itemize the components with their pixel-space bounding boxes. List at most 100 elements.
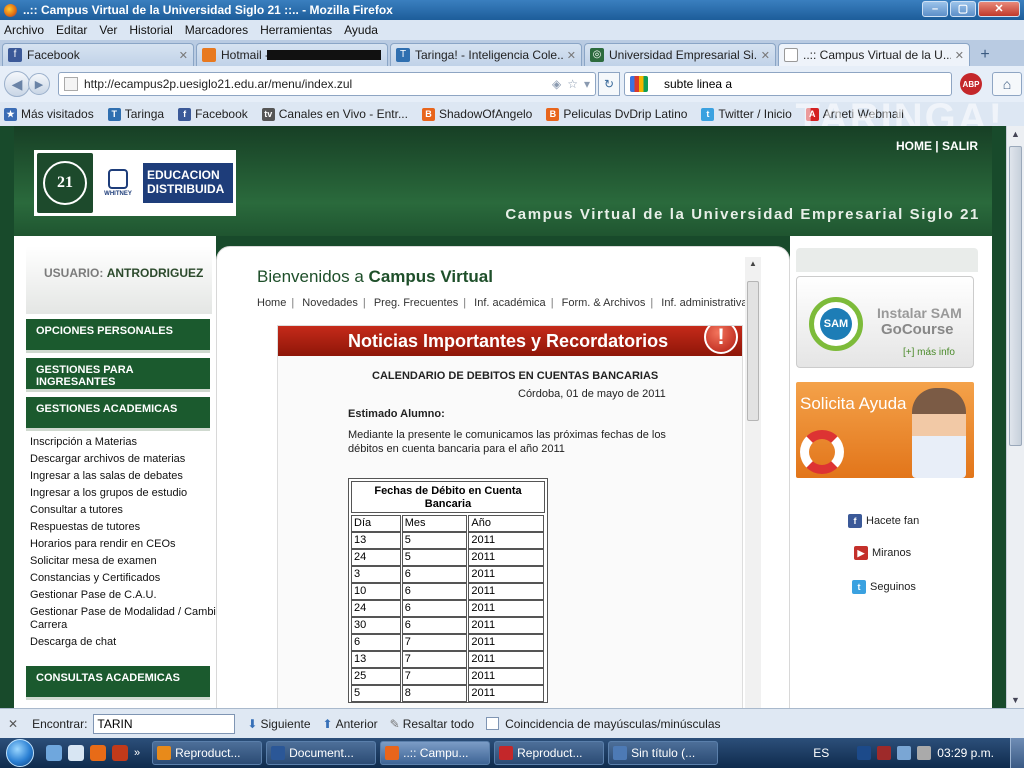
tab-facebook[interactable]: f Facebook ✕ (2, 43, 194, 66)
nav-consultas-academicas[interactable]: CONSULTAS ACADEMICAS (26, 666, 210, 700)
menu-ayuda[interactable]: Ayuda (344, 23, 378, 37)
tab-universidad[interactable]: ◎ Universidad Empresarial Si... ✕ (584, 43, 776, 66)
adblock-icon[interactable]: ABP (960, 73, 982, 95)
tab-hotmail[interactable]: Hotmail - ✕ (196, 43, 388, 66)
link-mesa-examen[interactable]: Solicitar mesa de examen (30, 555, 220, 568)
scroll-up-icon[interactable]: ▲ (749, 259, 757, 268)
link-pase-cau[interactable]: Gestionar Pase de C.A.U. (30, 589, 220, 602)
menu-editar[interactable]: Editar (56, 23, 87, 37)
bookmark-shadowofangelo[interactable]: B ShadowOfAngelo (421, 107, 532, 121)
menu-ver[interactable]: Ver (99, 23, 117, 37)
tray-icon[interactable] (877, 746, 892, 760)
tab-close-icon[interactable]: ✕ (179, 49, 188, 62)
forward-button[interactable]: ▶ (28, 73, 50, 95)
taskbar-reproductor-2[interactable]: Reproduct... (494, 741, 605, 765)
explorer-icon[interactable] (46, 745, 62, 761)
link-descarga-chat[interactable]: Descarga de chat (30, 636, 220, 649)
link-pase-modalidad[interactable]: Gestionar Pase de Modalidad / Cambi Carr… (30, 606, 220, 632)
tab-close-icon[interactable]: ✕ (761, 49, 770, 62)
home-salir-links[interactable]: HOME | SALIR (896, 139, 978, 153)
start-button[interactable] (0, 738, 40, 768)
menu-marcadores[interactable]: Marcadores (185, 23, 248, 37)
network-icon[interactable] (897, 746, 912, 760)
sam-more-info-link[interactable]: [+] más info (903, 347, 955, 358)
search-bar[interactable]: subte linea a (624, 72, 952, 96)
link-inf-administrativa[interactable]: Inf. administrativa (661, 297, 747, 309)
bookmark-canales[interactable]: tv Canales en Vivo - Entr... (261, 107, 408, 121)
highlight-all-button[interactable]: ✎ Resaltar todo (390, 717, 474, 731)
app-icon[interactable] (112, 745, 128, 761)
sam-gocourse-banner[interactable]: SAM Instalar SAM GoCourse [+] más info (796, 276, 974, 368)
minimize-button[interactable]: – (922, 1, 948, 17)
close-find-icon[interactable]: ✕ (8, 717, 18, 731)
clock[interactable]: 03:29 p.m. (937, 746, 994, 760)
taskbar-sin-titulo[interactable]: Sin título (... (608, 741, 719, 765)
show-desktop-button[interactable] (1010, 738, 1024, 768)
social-facebook[interactable]: f Hacete fan (848, 514, 919, 528)
news-scrollbar[interactable]: ▲ (745, 257, 761, 708)
link-respuestas-tutores[interactable]: Respuestas de tutores (30, 521, 220, 534)
close-button[interactable]: ✕ (978, 1, 1020, 17)
menu-archivo[interactable]: Archivo (4, 23, 44, 37)
bookmark-mas-visitados[interactable]: ★ Más visitados (4, 107, 94, 121)
find-next-button[interactable]: ⬇ Siguiente (247, 717, 310, 731)
link-descargar-archivos[interactable]: Descargar archivos de materias (30, 453, 220, 466)
solicita-ayuda-banner[interactable]: Solicita Ayuda (796, 382, 974, 478)
taskbar-campus[interactable]: ..:: Campu... (380, 741, 491, 765)
back-button[interactable]: ◀ (4, 71, 30, 97)
link-inf-academica[interactable]: Inf. académica (474, 297, 546, 309)
scroll-down-icon[interactable]: ▼ (1007, 692, 1024, 708)
social-youtube[interactable]: ▶ Miranos (854, 546, 911, 560)
reload-button[interactable]: ↻ (598, 72, 620, 96)
nav-gestiones-academicas[interactable]: GESTIONES ACADEMICAS (26, 397, 210, 431)
link-home[interactable]: Home (257, 297, 286, 309)
tab-campus-virtual[interactable]: ..:: Campus Virtual de la U... ✕ (778, 43, 970, 66)
firefox-icon[interactable] (90, 745, 106, 761)
star-icon[interactable]: ☆ (567, 77, 578, 91)
link-novedades[interactable]: Novedades (302, 297, 358, 309)
home-button[interactable]: ⌂ (992, 72, 1022, 96)
bookmark-arneti[interactable]: A Arneti Webmail (805, 107, 904, 121)
bookmark-taringa[interactable]: T Taringa (107, 107, 164, 121)
tray-icon[interactable] (857, 746, 872, 760)
scroll-up-icon[interactable]: ▲ (1007, 126, 1024, 142)
link-inscripcion[interactable]: Inscripción a Materias (30, 436, 220, 449)
bookmark-twitter[interactable]: t Twitter / Inicio (701, 107, 792, 121)
link-salas-debates[interactable]: Ingresar a las salas de debates (30, 470, 220, 483)
bookmark-facebook[interactable]: f Facebook (178, 107, 248, 121)
language-indicator[interactable]: ES (813, 746, 829, 760)
nav-gestiones-ingresantes[interactable]: GESTIONES PARA INGRESANTES (26, 358, 210, 392)
link-formularios[interactable]: Form. & Archivos (562, 297, 646, 309)
link-horarios-ceos[interactable]: Horarios para rendir en CEOs (30, 538, 220, 551)
find-input[interactable] (93, 713, 236, 734)
dropdown-icon[interactable]: ▾ (584, 77, 590, 91)
volume-icon[interactable] (917, 746, 932, 760)
taskbar-reproductor[interactable]: Reproduct... (152, 741, 263, 765)
link-preguntas[interactable]: Preg. Frecuentes (374, 297, 458, 309)
match-case-checkbox[interactable] (486, 717, 500, 730)
url-bar[interactable]: http://ecampus2p.uesiglo21.edu.ar/menu/i… (58, 72, 596, 96)
social-twitter[interactable]: t Seguinos (852, 580, 916, 594)
menu-herramientas[interactable]: Herramientas (260, 23, 332, 37)
page-scrollbar[interactable]: ▲ ▼ (1006, 126, 1024, 708)
taskbar-documento[interactable]: Document... (266, 741, 377, 765)
new-tab-button[interactable]: + (972, 43, 998, 66)
link-grupos-estudio[interactable]: Ingresar a los grupos de estudio (30, 487, 220, 500)
tab-taringa[interactable]: T Taringa! - Inteligencia Cole... ✕ (390, 43, 582, 66)
educacion-distribuida-logo: EDUCACION DISTRIBUIDA (143, 163, 233, 203)
bookmarks-bar: ★ Más visitados T Taringa f Facebook tv Cana… (0, 102, 1024, 126)
tab-close-icon[interactable]: ✕ (567, 49, 576, 62)
link-constancias[interactable]: Constancias y Certificados (30, 572, 220, 585)
scroll-thumb[interactable] (747, 281, 759, 421)
find-prev-button[interactable]: ⬆ Anterior (323, 717, 378, 731)
scroll-thumb[interactable] (1009, 146, 1022, 446)
bookmark-peliculas[interactable]: B Peliculas DvDrip Latino (546, 107, 687, 121)
rss-icon[interactable]: ◈ (552, 77, 561, 91)
desktop-icon[interactable] (68, 745, 84, 761)
nav-opciones-personales[interactable]: OPCIONES PERSONALES (26, 319, 210, 353)
maximize-button[interactable]: ▢ (950, 1, 976, 17)
tab-close-icon[interactable]: ✕ (955, 49, 964, 62)
link-consultar-tutores[interactable]: Consultar a tutores (30, 504, 220, 517)
menu-historial[interactable]: Historial (129, 23, 172, 37)
chevron-icon[interactable]: » (134, 747, 140, 759)
